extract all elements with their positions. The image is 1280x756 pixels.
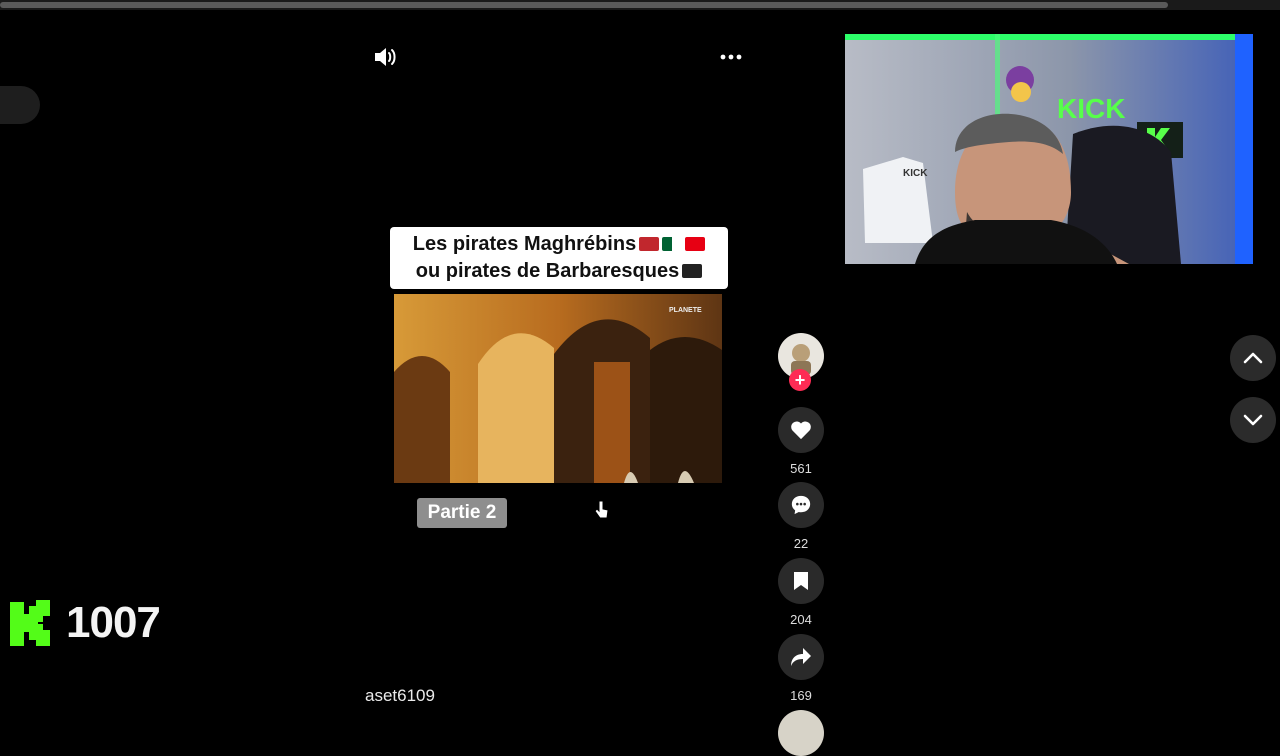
save-count: 204 [790, 612, 812, 627]
caption-line-1: Les pirates Maghrébins [390, 231, 728, 258]
share-button[interactable] [778, 634, 824, 680]
share-count: 169 [790, 688, 812, 703]
webcam-image: KICK KICK [845, 34, 1253, 264]
cursor-icon [594, 500, 609, 519]
username[interactable]: aset6109 [365, 686, 435, 706]
share-icon [791, 648, 811, 666]
kick-shirt-text: KICK [903, 168, 928, 179]
like-count: 561 [790, 461, 812, 476]
streamer-webcam: KICK KICK [845, 34, 1253, 264]
kick-sign-text: KICK [1057, 93, 1125, 124]
follow-button[interactable]: + [789, 369, 811, 391]
share-action: 169 [778, 634, 824, 703]
comment-count: 22 [793, 536, 809, 551]
save-button[interactable] [778, 558, 824, 604]
like-button[interactable] [778, 407, 824, 453]
volume-button[interactable] [372, 44, 398, 70]
save-action: 204 [778, 558, 824, 627]
more-icon [720, 54, 742, 60]
heart-icon [791, 421, 811, 440]
channel-watermark: PLANETE [669, 307, 702, 314]
flag-morocco-icon [639, 237, 660, 251]
kick-viewer-counter: 1007 [10, 598, 161, 648]
part-label-button[interactable]: Partie 2 [417, 498, 507, 528]
top-progress-bar[interactable] [0, 0, 1280, 10]
kick-count: 1007 [66, 598, 161, 647]
flag-algeria-icon [662, 237, 683, 251]
chevron-up-icon [1243, 352, 1263, 364]
flag-tunisia-icon [685, 237, 706, 251]
video-caption: Les pirates Maghrébins ou pirates de Bar… [390, 227, 728, 289]
more-options-button[interactable] [718, 44, 744, 70]
video-frame[interactable]: PLANETE [394, 294, 722, 483]
bookmark-icon [794, 572, 808, 590]
pirate-flag-icon [682, 264, 703, 278]
caption-line-2: ou pirates de Barbaresques [390, 258, 728, 285]
music-disc[interactable] [778, 710, 824, 756]
left-side-pill[interactable] [0, 86, 40, 124]
previous-video-button[interactable] [1230, 335, 1276, 381]
like-action: 561 [778, 407, 824, 476]
comment-button[interactable] [778, 482, 824, 528]
comment-icon [791, 495, 811, 515]
chevron-down-icon [1243, 414, 1263, 426]
next-video-button[interactable] [1230, 397, 1276, 443]
comment-action: 22 [778, 482, 824, 551]
kick-logo-icon [10, 600, 50, 646]
moroccan-arches-image: PLANETE [394, 294, 722, 483]
volume-icon [375, 48, 396, 66]
progress-track [0, 2, 1168, 8]
